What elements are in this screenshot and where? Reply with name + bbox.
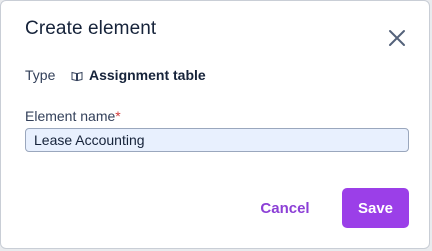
close-icon[interactable] bbox=[385, 26, 409, 50]
element-name-label: Element name* bbox=[25, 108, 121, 124]
element-name-input[interactable] bbox=[25, 128, 409, 152]
type-value: Assignment table bbox=[71, 67, 206, 83]
type-value-text: Assignment table bbox=[89, 67, 206, 83]
create-element-dialog: Create element Type Assignment table Ele… bbox=[0, 0, 430, 249]
element-name-label-text: Element name bbox=[25, 108, 116, 124]
required-marker: * bbox=[115, 108, 121, 124]
type-label: Type bbox=[25, 67, 56, 83]
cancel-button[interactable]: Cancel bbox=[249, 188, 321, 228]
save-button[interactable]: Save bbox=[342, 188, 409, 228]
dialog-title: Create element bbox=[25, 18, 157, 39]
book-icon bbox=[71, 69, 83, 82]
